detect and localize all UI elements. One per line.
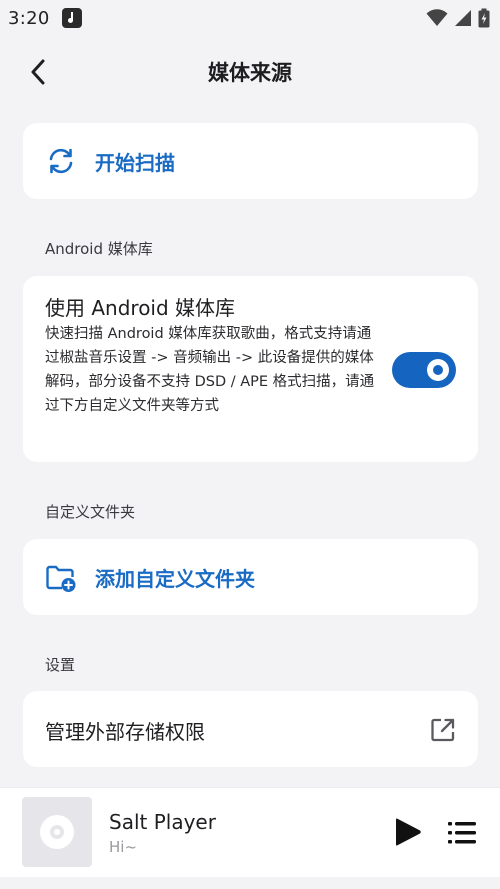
manage-storage-card[interactable]: 管理外部存储权限 bbox=[23, 691, 478, 767]
app-notification-icon bbox=[61, 8, 82, 28]
manage-storage-label: 管理外部存储权限 bbox=[45, 720, 205, 744]
start-scan-label: 开始扫描 bbox=[95, 150, 175, 175]
play-icon[interactable] bbox=[392, 816, 424, 848]
sync-icon bbox=[45, 145, 77, 177]
back-button[interactable] bbox=[22, 56, 54, 88]
disc-icon bbox=[40, 815, 74, 849]
top-app-bar: 媒体来源 bbox=[0, 44, 500, 100]
add-folder-button[interactable]: 添加自定义文件夹 bbox=[23, 539, 478, 615]
section-header-settings: 设置 bbox=[45, 656, 76, 674]
page-title: 媒体来源 bbox=[208, 61, 292, 85]
battery-icon bbox=[478, 8, 490, 28]
add-folder-label: 添加自定义文件夹 bbox=[95, 566, 255, 591]
add-folder-card[interactable]: 添加自定义文件夹 bbox=[23, 539, 478, 615]
toggle-knob bbox=[427, 359, 449, 381]
start-scan-button[interactable]: 开始扫描 bbox=[23, 123, 478, 199]
mini-player[interactable]: Salt Player Hi~ bbox=[0, 787, 500, 877]
android-media-title: 使用 Android 媒体库 bbox=[45, 296, 236, 320]
status-time: 3:20 bbox=[8, 7, 50, 29]
wifi-icon bbox=[426, 9, 448, 26]
open-in-new-icon bbox=[431, 718, 455, 742]
folder-add-icon bbox=[45, 561, 77, 593]
start-scan-card[interactable]: 开始扫描 bbox=[23, 123, 478, 199]
android-media-toggle[interactable] bbox=[392, 352, 456, 388]
signal-icon bbox=[455, 10, 471, 26]
android-media-description: 快速扫描 Android 媒体库获取歌曲，格式支持请通过椒盐音乐设置 -> 音频… bbox=[45, 326, 375, 414]
android-media-card[interactable]: 使用 Android 媒体库 快速扫描 Android 媒体库获取歌曲，格式支持… bbox=[23, 276, 478, 462]
queue-list-icon[interactable] bbox=[446, 818, 478, 848]
section-header-android: Android 媒体库 bbox=[45, 240, 153, 258]
status-icons bbox=[426, 8, 490, 28]
section-header-custom-folder: 自定义文件夹 bbox=[45, 503, 136, 521]
track-title: Salt Player bbox=[109, 810, 216, 834]
status-bar: 3:20 bbox=[0, 0, 500, 36]
album-art[interactable] bbox=[22, 797, 92, 867]
arrow-back-icon bbox=[31, 59, 45, 85]
track-subtitle: Hi~ bbox=[109, 838, 138, 856]
